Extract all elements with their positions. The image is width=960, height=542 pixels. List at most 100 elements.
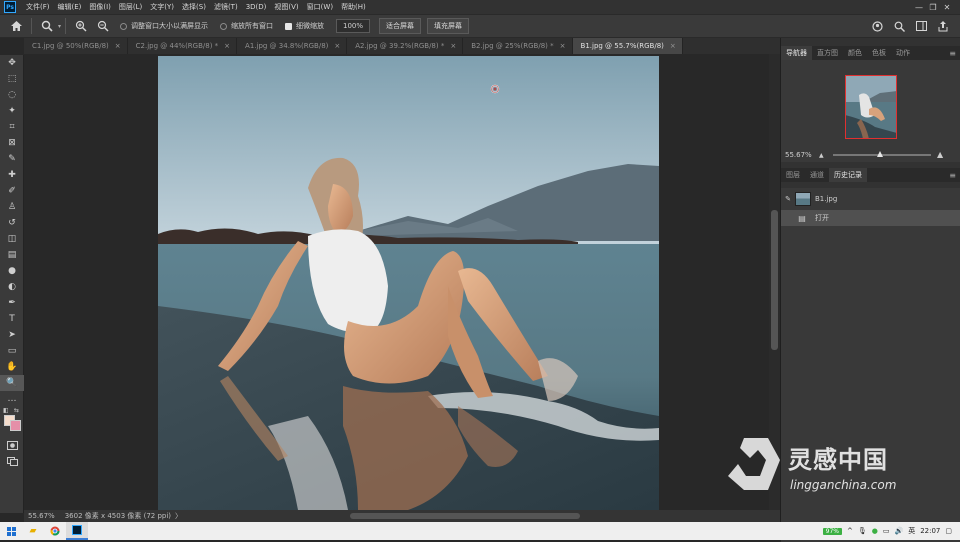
more-icon[interactable]: … xyxy=(0,391,24,407)
vertical-scroll-thumb[interactable] xyxy=(771,210,778,350)
menu-select[interactable]: 选择(S) xyxy=(178,2,210,12)
menu-image[interactable]: 图像(I) xyxy=(85,2,115,12)
resize-windows-checkbox[interactable]: 调整窗口大小以满屏显示 xyxy=(120,21,208,31)
move-icon[interactable]: ✥ xyxy=(0,55,24,71)
path-select-icon[interactable]: ➤ xyxy=(0,327,24,343)
tab-color[interactable]: 颜色 xyxy=(843,46,867,60)
brush-icon[interactable]: ✐ xyxy=(0,183,24,199)
tab-a2[interactable]: A2.jpg @ 39.2%(RGB/8) * × xyxy=(347,38,464,54)
eraser-icon[interactable]: ◫ xyxy=(0,231,24,247)
healing-icon[interactable]: ✚ xyxy=(0,167,24,183)
restore-button[interactable]: ❐ xyxy=(926,3,940,12)
tab-layers[interactable]: 图层 xyxy=(781,168,805,182)
menu-filter[interactable]: 滤镜(T) xyxy=(210,2,242,12)
swap-colors-icon[interactable]: ⇆ xyxy=(14,407,19,414)
start-button[interactable] xyxy=(0,522,22,540)
horizontal-scroll-thumb[interactable] xyxy=(350,513,580,519)
eyedropper-icon[interactable]: ✎ xyxy=(0,151,24,167)
chrome-icon[interactable] xyxy=(44,522,66,540)
tab-b2[interactable]: B2.jpg @ 25%(RGB/8) * × xyxy=(463,38,573,54)
close-icon[interactable]: × xyxy=(560,42,566,50)
file-explorer-icon[interactable]: ▰ xyxy=(22,522,44,540)
menu-3d[interactable]: 3D(D) xyxy=(242,3,271,11)
volume-icon[interactable]: 🔊 xyxy=(894,527,903,535)
marquee-icon[interactable]: ⬚ xyxy=(0,71,24,87)
ime-indicator[interactable]: 英 xyxy=(908,526,915,536)
background-color-swatch[interactable] xyxy=(10,420,21,431)
zoom-in-icon[interactable] xyxy=(73,18,89,34)
screen-mode-icon[interactable] xyxy=(0,453,24,469)
navigator-zoom-handle[interactable] xyxy=(877,151,883,157)
gradient-icon[interactable]: ▤ xyxy=(0,247,24,263)
tab-c1[interactable]: C1.jpg @ 50%(RGB/8) × xyxy=(24,38,128,54)
tab-navigator[interactable]: 导航器 xyxy=(781,46,812,60)
tab-channels[interactable]: 通道 xyxy=(805,168,829,182)
menu-edit[interactable]: 编辑(E) xyxy=(54,2,86,12)
frame-icon[interactable]: ⊠ xyxy=(0,135,24,151)
shape-icon[interactable]: ▭ xyxy=(0,343,24,359)
chevron-down-icon[interactable]: ▾ xyxy=(58,23,61,30)
history-brush-source-icon[interactable]: ✎ xyxy=(781,195,795,203)
close-icon[interactable]: × xyxy=(450,42,456,50)
photoshop-taskbar-icon[interactable] xyxy=(66,522,88,540)
blur-icon[interactable]: ● xyxy=(0,263,24,279)
network-icon[interactable]: ▭ xyxy=(883,527,890,535)
dodge-icon[interactable]: ◐ xyxy=(0,279,24,295)
panel-menu-icon[interactable]: ≡ xyxy=(949,49,956,58)
close-window-button[interactable]: ✕ xyxy=(940,3,954,12)
zoom-percent-field[interactable]: 100% xyxy=(336,19,371,33)
battery-indicator[interactable]: 97% xyxy=(822,527,842,535)
menu-view[interactable]: 视图(V) xyxy=(270,2,302,12)
share-icon[interactable] xyxy=(935,18,951,34)
menu-window[interactable]: 窗口(W) xyxy=(303,2,337,12)
tab-history[interactable]: 历史记录 xyxy=(829,168,867,182)
close-icon[interactable]: × xyxy=(115,42,121,50)
zoom-all-windows-checkbox[interactable]: 缩放所有窗口 xyxy=(220,21,273,31)
beach-photo-canvas[interactable] xyxy=(158,56,659,510)
crop-icon[interactable]: ⌗ xyxy=(0,119,24,135)
zoom-out-icon[interactable] xyxy=(95,18,111,34)
tab-swatches[interactable]: 色板 xyxy=(867,46,891,60)
fill-screen-button[interactable]: 填充屏幕 xyxy=(427,18,470,34)
type-icon[interactable]: T xyxy=(0,311,24,327)
magic-wand-icon[interactable]: ✦ xyxy=(0,103,24,119)
tab-c2[interactable]: C2.jpg @ 44%(RGB/8) * × xyxy=(128,38,238,54)
history-state[interactable]: ▤ 打开 xyxy=(781,210,960,226)
menu-help[interactable]: 帮助(H) xyxy=(337,2,370,12)
home-icon[interactable] xyxy=(8,18,24,34)
tab-a1[interactable]: A1.jpg @ 34.8%(RGB/8) × xyxy=(237,38,348,54)
status-menu-arrow[interactable]: 〉 xyxy=(175,511,182,521)
close-icon[interactable]: × xyxy=(334,42,340,50)
history-brush-icon[interactable]: ↺ xyxy=(0,215,24,231)
microphone-icon[interactable]: 🎙 xyxy=(858,527,867,535)
history-snapshot[interactable]: ✎ B1.jpg xyxy=(781,188,960,210)
zoom-tool-preset-icon[interactable] xyxy=(39,18,55,34)
status-zoom[interactable]: 55.67% xyxy=(28,512,55,520)
pen-icon[interactable]: ✒ xyxy=(0,295,24,311)
tab-b1[interactable]: B1.jpg @ 55.7%(RGB/8) × xyxy=(572,38,683,54)
navigator-zoom-value[interactable]: 55.67% xyxy=(785,151,819,159)
navigator-thumbnail[interactable] xyxy=(845,75,897,139)
learn-icon[interactable] xyxy=(869,18,885,34)
notifications-icon[interactable]: ▢ xyxy=(945,527,952,535)
minimize-button[interactable]: — xyxy=(912,3,926,12)
quick-mask-icon[interactable] xyxy=(0,437,24,453)
menu-type[interactable]: 文字(Y) xyxy=(146,2,178,12)
hand-icon[interactable]: ✋ xyxy=(0,359,24,375)
wechat-icon[interactable]: ● xyxy=(872,527,878,535)
close-icon[interactable]: × xyxy=(224,42,230,50)
tab-histogram[interactable]: 直方图 xyxy=(812,46,843,60)
zoom-icon[interactable]: 🔍 xyxy=(0,375,24,391)
zoom-in-mountain-icon[interactable]: ▲ xyxy=(937,150,943,159)
fit-screen-button[interactable]: 适合屏幕 xyxy=(379,18,422,34)
stamp-icon[interactable]: ♙ xyxy=(0,199,24,215)
panel-menu-icon[interactable]: ≡ xyxy=(949,171,956,180)
workspace-icon[interactable] xyxy=(913,18,929,34)
lasso-icon[interactable]: ◌ xyxy=(0,87,24,103)
scrubby-zoom-checkbox[interactable]: 细微缩放 xyxy=(285,21,324,31)
zoom-out-mountain-icon[interactable]: ▲ xyxy=(819,152,824,159)
chevron-up-icon[interactable]: ^ xyxy=(847,527,853,535)
close-icon[interactable]: × xyxy=(670,42,676,50)
menu-layer[interactable]: 图层(L) xyxy=(115,2,146,12)
clock[interactable]: 22:07 xyxy=(920,527,940,535)
